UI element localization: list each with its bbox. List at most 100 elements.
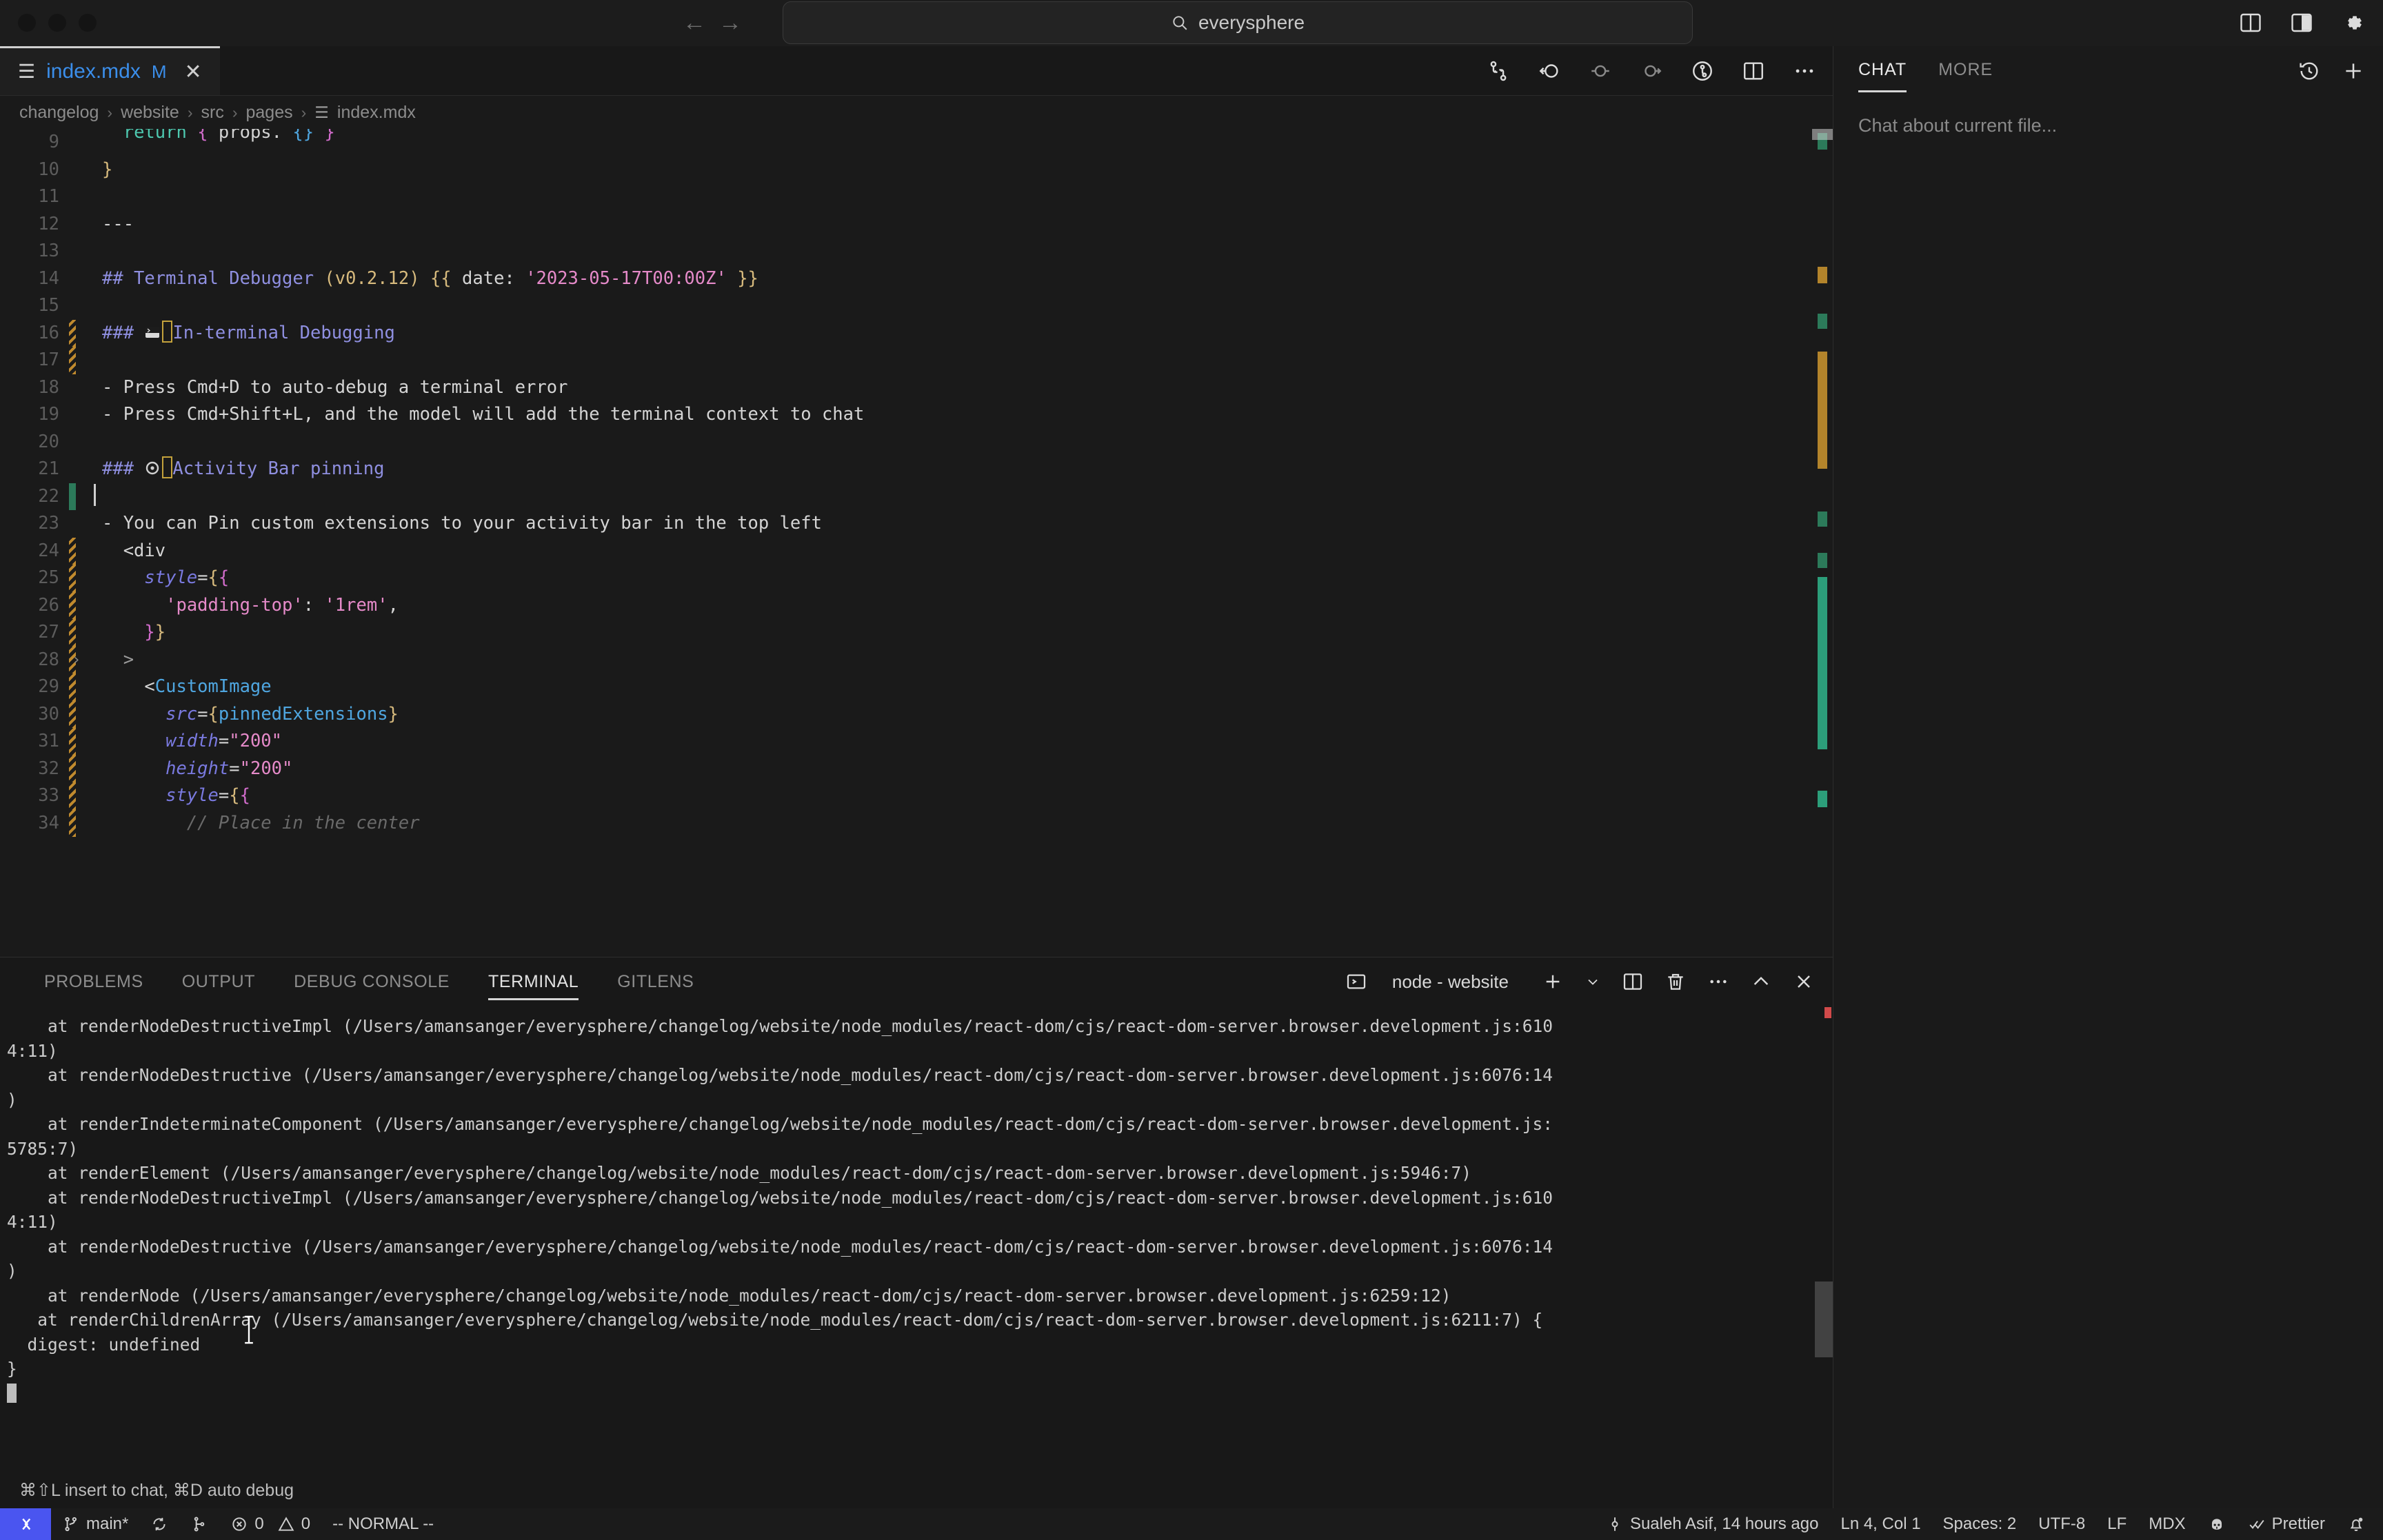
code-token: // Place in the center <box>102 813 420 833</box>
line-number: 11 <box>0 183 69 211</box>
terminal-output[interactable]: at renderNodeDestructiveImpl (/Users/ama… <box>0 1006 1833 1472</box>
code-text: ## Terminal Debugger (v0.2.12) {{ date: … <box>79 265 758 293</box>
status-git-blame[interactable]: Sualeh Asif, 14 hours ago <box>1595 1508 1830 1540</box>
breadcrumb-item-website[interactable]: website <box>121 103 179 123</box>
minimize-yellow-button[interactable] <box>48 14 66 32</box>
code-line[interactable]: 10} <box>0 156 1833 184</box>
status-formatter[interactable]: Prettier <box>2237 1508 2336 1540</box>
terminal-prompt-line[interactable] <box>0 1381 1833 1406</box>
code-line[interactable]: 18- Press Cmd+D to auto-debug a terminal… <box>0 374 1833 402</box>
close-panel-icon[interactable] <box>1793 971 1815 993</box>
code-line[interactable]: 23- You can Pin custom extensions to you… <box>0 510 1833 538</box>
code-line[interactable]: 11 <box>0 183 1833 211</box>
close-red-button[interactable] <box>18 14 36 32</box>
code-line[interactable]: 13 <box>0 238 1833 265</box>
terminal-scrollbar-thumb[interactable] <box>1815 1281 1833 1357</box>
status-branch[interactable]: main* <box>51 1508 139 1540</box>
code-line[interactable]: 14## Terminal Debugger (v0.2.12) {{ date… <box>0 265 1833 293</box>
code-line[interactable]: 16### In-terminal Debugging <box>0 320 1833 347</box>
breadcrumb-item-src[interactable]: src <box>201 103 224 123</box>
breadcrumb-item-pages[interactable]: pages <box>246 103 293 123</box>
code-line[interactable]: 32 height="200" <box>0 756 1833 783</box>
terminal-icon[interactable] <box>1345 971 1367 993</box>
toggle-panel-icon[interactable] <box>2238 10 2263 35</box>
code-text: --- <box>79 211 134 239</box>
code-line[interactable]: 28› > <box>0 647 1833 674</box>
more-actions-icon[interactable] <box>1707 971 1729 993</box>
terminal-emoji-icon <box>144 323 162 343</box>
status-sync[interactable] <box>139 1508 179 1540</box>
code-line[interactable]: 34 // Place in the center <box>0 810 1833 838</box>
forward-icon[interactable]: → <box>718 11 742 34</box>
code-line[interactable]: 26 'padding-top': '1rem', <box>0 592 1833 620</box>
code-line[interactable]: 12--- <box>0 211 1833 239</box>
new-terminal-icon[interactable] <box>1542 971 1564 993</box>
status-encoding[interactable]: UTF-8 <box>2027 1508 2096 1540</box>
chat-sidebar: CHAT MORE Chat about current file... <box>1833 46 2383 1508</box>
notifications-bell-icon <box>2347 1515 2365 1533</box>
code-line[interactable]: 29 <CustomImage <box>0 673 1833 701</box>
back-icon[interactable]: ← <box>683 11 706 34</box>
status-problems[interactable]: 0 0 <box>219 1508 321 1540</box>
terminal-instance-name[interactable]: node - website <box>1392 971 1509 993</box>
timeline-icon[interactable] <box>1691 59 1714 83</box>
kill-terminal-icon[interactable] <box>1665 971 1687 993</box>
revert-icon[interactable] <box>1538 59 1561 83</box>
breadcrumb-item-changelog[interactable]: changelog <box>19 103 99 123</box>
panel-tab-terminal[interactable]: TERMINAL <box>469 958 598 1006</box>
fold-arrow-icon[interactable]: › <box>72 647 81 674</box>
code-line[interactable]: 27 }} <box>0 619 1833 647</box>
next-change-icon[interactable] <box>1640 59 1663 83</box>
chat-tab-more[interactable]: MORE <box>1938 60 1993 83</box>
source-control-icon[interactable] <box>1487 59 1510 83</box>
editor-tab-index-mdx[interactable]: ☰ index.mdx M ✕ <box>0 46 220 95</box>
text-caret <box>94 484 96 506</box>
remote-window-indicator[interactable] <box>0 1508 51 1540</box>
code-line[interactable]: 33 style={{ <box>0 782 1833 810</box>
overview-ruler[interactable] <box>1812 129 1833 957</box>
code-line[interactable]: 9 return { props. {} } <box>0 129 1833 156</box>
panel-tab-output[interactable]: OUTPUT <box>163 958 274 1006</box>
chat-tab-chat[interactable]: CHAT <box>1858 60 1907 83</box>
new-chat-icon[interactable] <box>2342 59 2365 83</box>
code-line[interactable]: 24 <div <box>0 538 1833 565</box>
terminal-dropdown-icon[interactable] <box>1585 973 1601 990</box>
panel-tab-problems[interactable]: PROBLEMS <box>25 958 163 1006</box>
more-actions-icon[interactable] <box>1793 59 1816 83</box>
code-line[interactable]: 17 <box>0 347 1833 374</box>
panel-tab-gitlens[interactable]: GITLENS <box>598 958 713 1006</box>
command-search-box[interactable]: everysphere <box>783 1 1693 44</box>
code-line[interactable]: 15 <box>0 292 1833 320</box>
toggle-sidebar-icon[interactable] <box>2289 10 2314 35</box>
status-cursor-position[interactable]: Ln 4, Col 1 <box>1829 1508 1931 1540</box>
code-line[interactable]: 31 width="200" <box>0 728 1833 756</box>
zoom-green-button[interactable] <box>79 14 97 32</box>
code-line[interactable]: 21### Activity Bar pinning <box>0 456 1833 483</box>
split-editor-icon[interactable] <box>1742 59 1765 83</box>
chat-input-placeholder[interactable]: Chat about current file... <box>1833 96 2383 136</box>
code-editor[interactable]: 9 return { props. {} }10}1112---1314## T… <box>0 129 1833 957</box>
status-indentation[interactable]: Spaces: 2 <box>1932 1508 2028 1540</box>
code-token: : <box>303 595 325 616</box>
code-token: = <box>197 704 208 725</box>
code-line[interactable]: 20 <box>0 429 1833 456</box>
code-lines[interactable]: 9 return { props. {} }10}1112---1314## T… <box>0 129 1833 957</box>
status-copilot[interactable] <box>2197 1508 2237 1540</box>
history-icon[interactable] <box>2297 59 2321 83</box>
code-line[interactable]: 25 style={{ <box>0 565 1833 592</box>
status-language-mode[interactable]: MDX <box>2138 1508 2196 1540</box>
code-line[interactable]: 22 <box>0 483 1833 511</box>
previous-change-icon[interactable] <box>1589 59 1612 83</box>
split-terminal-icon[interactable] <box>1622 971 1644 993</box>
panel-tab-debug-console[interactable]: DEBUG CONSOLE <box>274 958 469 1006</box>
gear-icon[interactable] <box>2340 10 2365 35</box>
breadcrumb-item-file[interactable]: index.mdx <box>337 103 416 123</box>
tab-close-icon[interactable]: ✕ <box>185 60 202 84</box>
code-line[interactable]: 19- Press Cmd+Shift+L, and the model wil… <box>0 401 1833 429</box>
maximize-panel-icon[interactable] <box>1750 971 1772 993</box>
status-git-graph[interactable] <box>179 1508 219 1540</box>
code-line[interactable]: 30 src={pinnedExtensions} <box>0 701 1833 729</box>
status-notifications[interactable] <box>2336 1508 2376 1540</box>
status-eol[interactable]: LF <box>2096 1508 2138 1540</box>
editor-scrollbar-thumb[interactable] <box>1812 129 1833 140</box>
